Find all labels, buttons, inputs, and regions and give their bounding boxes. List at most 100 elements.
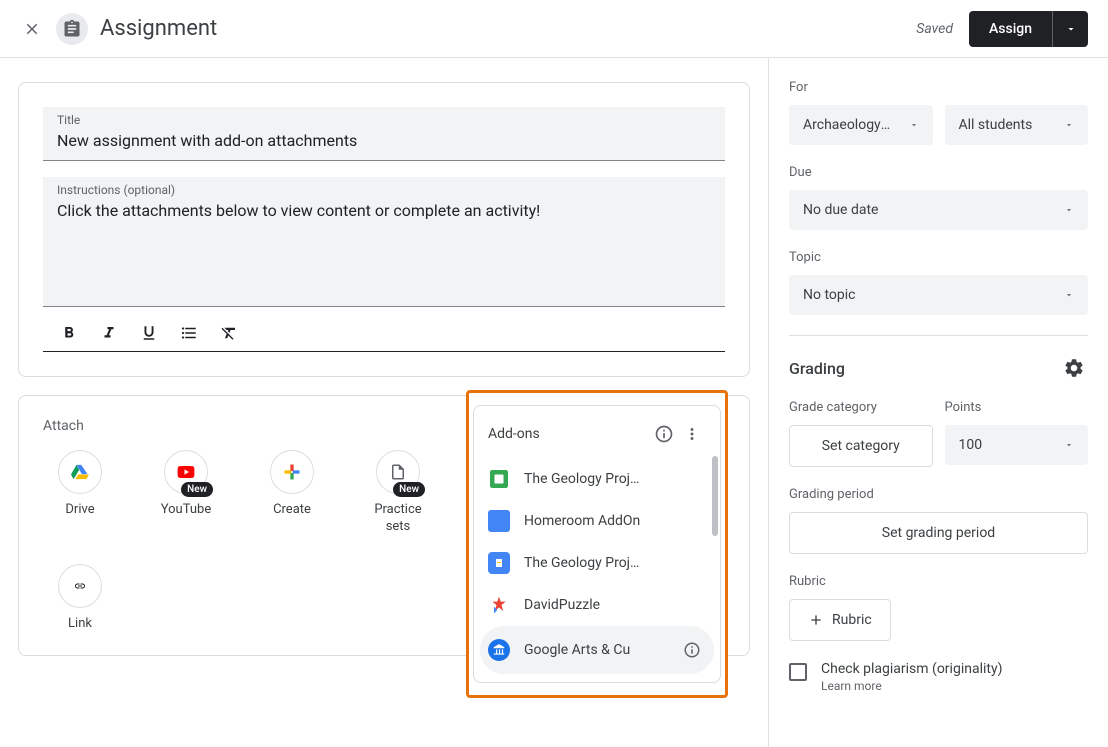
caret-down-icon xyxy=(909,120,919,130)
addon-item-hover[interactable]: Google Arts & Cu xyxy=(480,626,714,674)
due-value: No due date xyxy=(803,202,878,218)
assign-button[interactable]: Assign xyxy=(969,11,1052,47)
document-icon xyxy=(389,461,407,483)
italic-icon xyxy=(100,324,118,342)
addon-info-button[interactable] xyxy=(678,636,706,664)
class-dropdown[interactable]: Archaeology … xyxy=(789,105,933,145)
grading-settings-button[interactable] xyxy=(1060,354,1088,382)
topic-label: Topic xyxy=(789,250,1088,265)
assignment-icon-circle xyxy=(56,13,88,45)
caret-down-icon xyxy=(1064,120,1074,130)
addons-panel: Add-ons The Geology Proj… Homeroom AddOn… xyxy=(473,405,721,683)
rubric-button[interactable]: Rubric xyxy=(789,599,891,641)
plus-multicolor-icon xyxy=(282,462,302,482)
saved-status: Saved xyxy=(916,21,953,37)
addon-geology-icon xyxy=(490,470,508,488)
addon-homeroom-icon xyxy=(488,510,510,532)
close-icon xyxy=(23,20,41,38)
plagiarism-label: Check plagiarism (originality) xyxy=(821,661,1002,677)
italic-button[interactable] xyxy=(97,315,121,351)
page-title: Assignment xyxy=(100,16,217,41)
addon-geology2-icon xyxy=(493,556,505,570)
sidebar: For Archaeology … All students Due No du… xyxy=(768,58,1108,747)
close-button[interactable] xyxy=(20,17,44,41)
format-toolbar xyxy=(43,307,725,351)
due-label: Due xyxy=(789,165,1088,180)
bold-icon xyxy=(60,324,78,342)
class-value: Archaeology … xyxy=(803,117,893,133)
bulleted-list-button[interactable] xyxy=(177,315,201,351)
addon-arts-icon xyxy=(492,643,506,657)
for-label: For xyxy=(789,80,1088,95)
list-icon xyxy=(180,324,198,342)
caret-down-icon xyxy=(1065,23,1077,35)
topic-value: No topic xyxy=(803,287,855,303)
attach-practice-label: Practice sets xyxy=(361,502,435,536)
instructions-input[interactable]: Click the attachments below to view cont… xyxy=(57,199,711,226)
caret-down-icon xyxy=(1064,440,1074,450)
addon-label: DavidPuzzle xyxy=(524,597,706,613)
students-value: All students xyxy=(959,117,1033,133)
title-field-wrap[interactable]: Title xyxy=(43,107,725,161)
attach-drive[interactable]: Drive xyxy=(43,450,117,536)
bold-button[interactable] xyxy=(57,315,81,351)
assign-dropdown[interactable] xyxy=(1052,11,1088,47)
plagiarism-checkbox[interactable] xyxy=(789,663,807,681)
scrollbar[interactable] xyxy=(712,456,718,536)
addon-puzzle-icon xyxy=(489,595,509,615)
addon-item[interactable]: The Geology Proj… xyxy=(474,542,720,584)
new-badge: New xyxy=(393,482,425,497)
info-icon xyxy=(683,641,701,659)
underline-button[interactable] xyxy=(137,315,161,351)
topic-dropdown[interactable]: No topic xyxy=(789,275,1088,315)
addons-panel-highlight: Add-ons The Geology Proj… Homeroom AddOn… xyxy=(466,390,728,698)
set-grading-period-button[interactable]: Set grading period xyxy=(789,512,1088,554)
grading-period-label: Grading period xyxy=(789,487,1088,502)
points-value: 100 xyxy=(959,437,983,453)
attach-practice-sets[interactable]: New Practice sets xyxy=(361,450,435,536)
points-label: Points xyxy=(945,400,1089,415)
new-badge: New xyxy=(181,482,213,497)
addon-item[interactable]: Homeroom AddOn xyxy=(474,500,720,542)
caret-down-icon xyxy=(1064,290,1074,300)
caret-down-icon xyxy=(1064,205,1074,215)
addon-label: Homeroom AddOn xyxy=(524,513,706,529)
more-vert-icon xyxy=(683,425,701,443)
instructions-label: Instructions (optional) xyxy=(57,183,711,197)
title-input[interactable] xyxy=(57,129,711,156)
clear-format-button[interactable] xyxy=(217,315,241,351)
top-bar: Assignment Saved Assign xyxy=(0,0,1108,58)
addons-list: The Geology Proj… Homeroom AddOn The Geo… xyxy=(474,458,720,674)
addon-label: The Geology Proj… xyxy=(524,555,706,571)
drive-icon xyxy=(69,462,91,482)
grade-category-label: Grade category xyxy=(789,400,933,415)
addons-more-button[interactable] xyxy=(678,420,706,448)
points-dropdown[interactable]: 100 xyxy=(945,425,1089,465)
youtube-icon xyxy=(174,463,198,481)
addon-item[interactable]: DavidPuzzle xyxy=(474,584,720,626)
info-icon xyxy=(654,424,674,444)
attach-link[interactable]: Link xyxy=(43,564,117,633)
underline-icon xyxy=(140,324,158,342)
attach-drive-label: Drive xyxy=(43,502,117,519)
attach-create[interactable]: Create xyxy=(255,450,329,536)
assign-button-group: Assign xyxy=(969,11,1088,47)
grading-title: Grading xyxy=(789,359,1060,378)
attach-create-label: Create xyxy=(255,502,329,519)
addons-title: Add-ons xyxy=(488,426,650,442)
addon-item[interactable]: The Geology Proj… xyxy=(474,458,720,500)
addon-label: The Geology Proj… xyxy=(524,471,706,487)
set-category-button[interactable]: Set category xyxy=(789,425,933,467)
addons-info-button[interactable] xyxy=(650,420,678,448)
addon-label: Google Arts & Cu xyxy=(524,642,664,658)
due-date-dropdown[interactable]: No due date xyxy=(789,190,1088,230)
students-dropdown[interactable]: All students xyxy=(945,105,1089,145)
attach-youtube-label: YouTube xyxy=(149,502,223,519)
attach-youtube[interactable]: New YouTube xyxy=(149,450,223,536)
instructions-field-wrap[interactable]: Instructions (optional) Click the attach… xyxy=(43,177,725,307)
rubric-btn-label: Rubric xyxy=(832,612,872,628)
rubric-label: Rubric xyxy=(789,574,1088,589)
link-icon xyxy=(69,580,91,592)
learn-more-link[interactable]: Learn more xyxy=(821,679,1002,693)
plus-icon xyxy=(808,612,824,628)
